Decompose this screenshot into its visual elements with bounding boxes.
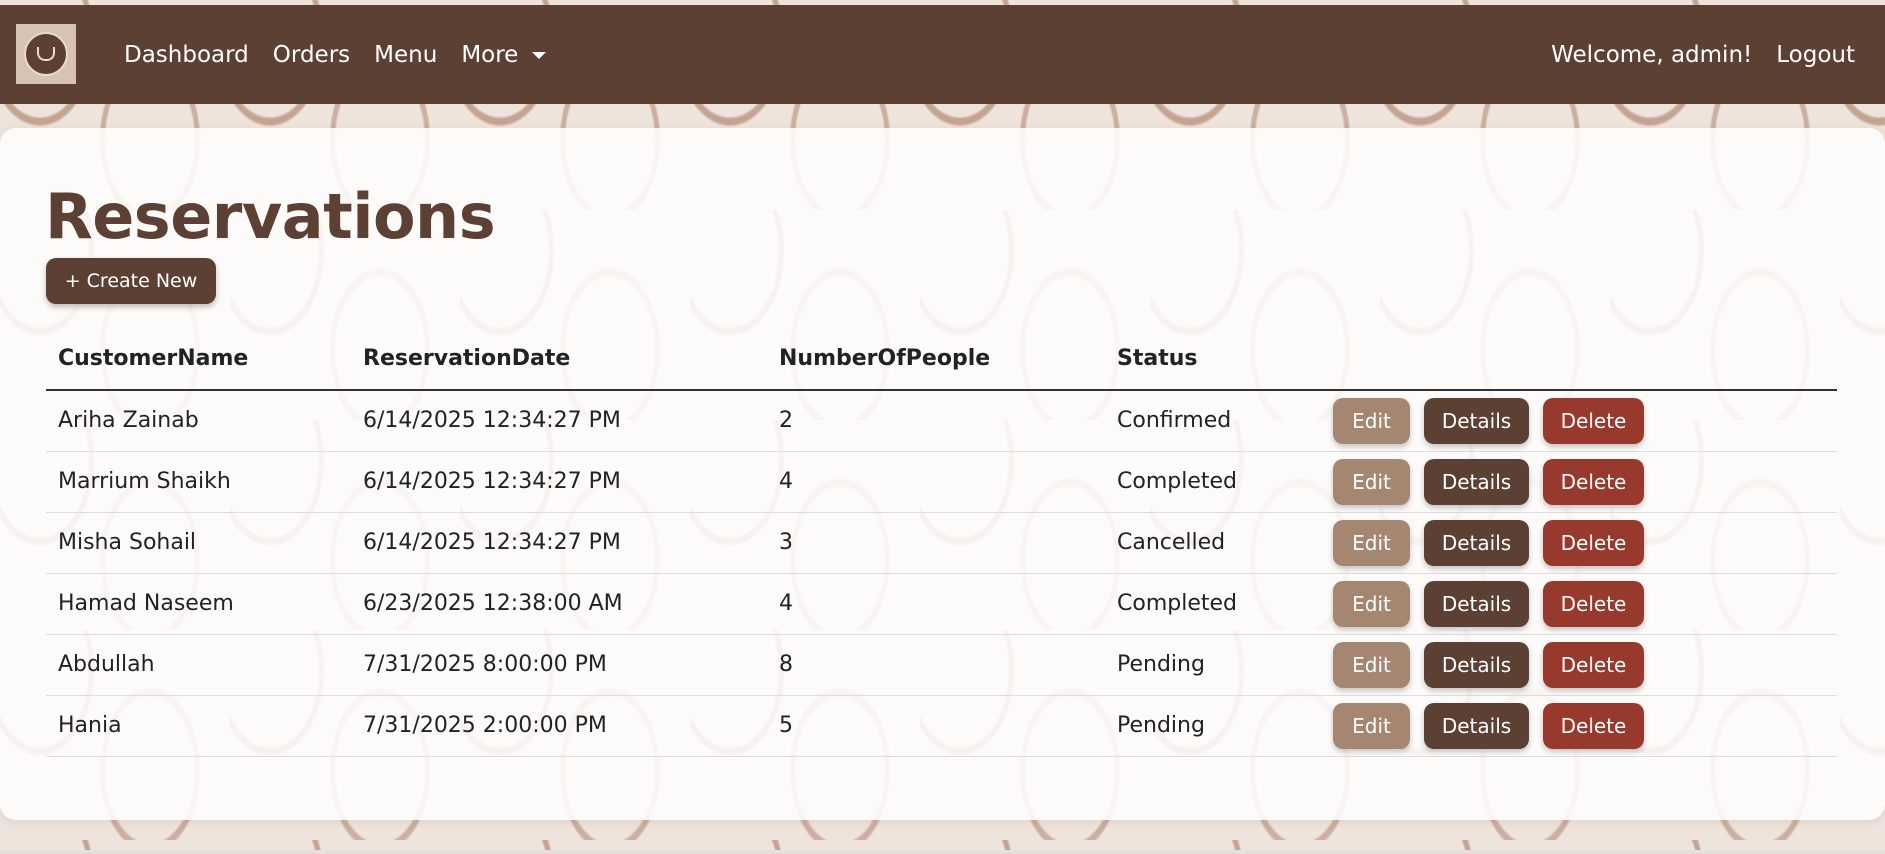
edit-button[interactable]: Edit — [1333, 641, 1410, 688]
cell-customer-name: Ariha Zainab — [46, 390, 351, 452]
header-reservation-date[interactable]: ReservationDate — [351, 328, 767, 391]
logo[interactable] — [16, 24, 76, 84]
page-title: Reservations — [45, 180, 496, 253]
cell-number-of-people: 3 — [767, 512, 1105, 574]
details-button[interactable]: Details — [1424, 458, 1529, 505]
details-button[interactable]: Details — [1424, 702, 1529, 749]
cell-status: Completed — [1105, 451, 1321, 513]
cell-reservation-date: 6/14/2025 12:34:27 PM — [351, 451, 767, 513]
cell-actions: Edit Details Delete — [1321, 512, 1837, 574]
nav-links: Dashboard Orders Menu More — [124, 5, 547, 104]
cell-actions: Edit Details Delete — [1321, 390, 1837, 452]
row-actions: Edit Details Delete — [1333, 641, 1837, 688]
nav-dropdown-more[interactable]: More — [461, 41, 547, 68]
table-header-row: CustomerName ReservationDate NumberOfPeo… — [46, 328, 1837, 391]
cell-actions: Edit Details Delete — [1321, 634, 1837, 696]
row-actions: Edit Details Delete — [1333, 580, 1837, 627]
edit-button[interactable]: Edit — [1333, 702, 1410, 749]
navbar: Dashboard Orders Menu More Welcome, admi… — [0, 5, 1885, 104]
content-card: Reservations + Create New CustomerName R… — [0, 128, 1885, 820]
cell-actions: Edit Details Delete — [1321, 695, 1837, 757]
create-new-button[interactable]: + Create New — [46, 258, 216, 304]
details-button[interactable]: Details — [1424, 641, 1529, 688]
cell-status: Pending — [1105, 695, 1321, 757]
page: Dashboard Orders Menu More Welcome, admi… — [0, 0, 1885, 854]
header-number-of-people[interactable]: NumberOfPeople — [767, 328, 1105, 391]
cell-reservation-date: 6/14/2025 12:34:27 PM — [351, 512, 767, 574]
row-actions: Edit Details Delete — [1333, 397, 1837, 444]
table-row: Hamad Naseem 6/23/2025 12:38:00 AM 4 Comple… — [46, 573, 1837, 635]
cell-number-of-people: 5 — [767, 695, 1105, 757]
coffee-cup-icon — [24, 32, 68, 76]
nav-link-dashboard[interactable]: Dashboard — [124, 42, 249, 68]
cell-number-of-people: 8 — [767, 634, 1105, 696]
cell-customer-name: Marrium Shaikh — [46, 451, 351, 513]
table-row: Hania 7/31/2025 2:00:00 PM 5 Pending Edit Det… — [46, 695, 1837, 757]
cell-actions: Edit Details Delete — [1321, 573, 1837, 635]
edit-button[interactable]: Edit — [1333, 580, 1410, 627]
table-row: Misha Sohail 6/14/2025 12:34:27 PM 3 Cancel… — [46, 512, 1837, 574]
row-actions: Edit Details Delete — [1333, 702, 1837, 749]
table-row: Ariha Zainab 6/14/2025 12:34:27 PM 2 Confir… — [46, 390, 1837, 452]
details-button[interactable]: Details — [1424, 519, 1529, 566]
header-customer-name[interactable]: CustomerName — [46, 328, 351, 391]
edit-button[interactable]: Edit — [1333, 397, 1410, 444]
welcome-text: Welcome, admin! — [1551, 41, 1753, 68]
logout-link[interactable]: Logout — [1776, 42, 1855, 68]
delete-button[interactable]: Delete — [1543, 519, 1644, 566]
reservations-table: CustomerName ReservationDate NumberOfPeo… — [46, 328, 1837, 757]
cell-customer-name: Misha Sohail — [46, 512, 351, 574]
cell-actions: Edit Details Delete — [1321, 451, 1837, 513]
cell-reservation-date: 6/23/2025 12:38:00 AM — [351, 573, 767, 635]
table-row: Abdullah 7/31/2025 8:00:00 PM 8 Pending Edit… — [46, 634, 1837, 696]
cell-customer-name: Hamad Naseem — [46, 573, 351, 635]
cell-reservation-date: 7/31/2025 2:00:00 PM — [351, 695, 767, 757]
delete-button[interactable]: Delete — [1543, 580, 1644, 627]
cell-number-of-people: 4 — [767, 451, 1105, 513]
delete-button[interactable]: Delete — [1543, 702, 1644, 749]
delete-button[interactable]: Delete — [1543, 458, 1644, 505]
cell-number-of-people: 2 — [767, 390, 1105, 452]
row-actions: Edit Details Delete — [1333, 458, 1837, 505]
nav-user-area: Welcome, admin! Logout — [1551, 5, 1855, 104]
header-status[interactable]: Status — [1105, 328, 1321, 391]
caret-down-icon — [532, 52, 547, 59]
row-actions: Edit Details Delete — [1333, 519, 1837, 566]
delete-button[interactable]: Delete — [1543, 641, 1644, 688]
cell-number-of-people: 4 — [767, 573, 1105, 635]
details-button[interactable]: Details — [1424, 397, 1529, 444]
cell-reservation-date: 7/31/2025 8:00:00 PM — [351, 634, 767, 696]
nav-link-orders[interactable]: Orders — [273, 42, 350, 68]
nav-link-menu[interactable]: Menu — [374, 42, 437, 68]
header-actions — [1321, 328, 1837, 391]
delete-button[interactable]: Delete — [1543, 397, 1644, 444]
cell-status: Completed — [1105, 573, 1321, 635]
cell-status: Confirmed — [1105, 390, 1321, 452]
footer-divider — [0, 850, 1885, 854]
cell-status: Cancelled — [1105, 512, 1321, 574]
cell-customer-name: Hania — [46, 695, 351, 757]
table-row: Marrium Shaikh 6/14/2025 12:34:27 PM 4 Comp… — [46, 451, 1837, 513]
table-body: Ariha Zainab 6/14/2025 12:34:27 PM 2 Confir… — [46, 390, 1837, 757]
nav-link-more-label: More — [461, 41, 519, 68]
cell-status: Pending — [1105, 634, 1321, 696]
edit-button[interactable]: Edit — [1333, 519, 1410, 566]
details-button[interactable]: Details — [1424, 580, 1529, 627]
cell-customer-name: Abdullah — [46, 634, 351, 696]
edit-button[interactable]: Edit — [1333, 458, 1410, 505]
cell-reservation-date: 6/14/2025 12:34:27 PM — [351, 390, 767, 452]
